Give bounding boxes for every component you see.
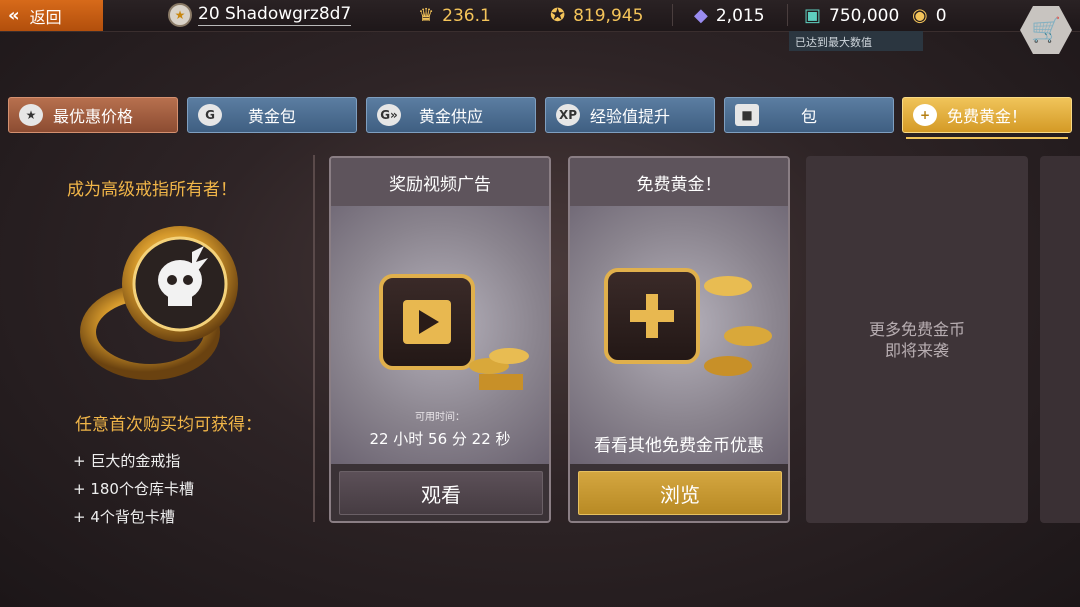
tab-label: 经验值提升: [589, 107, 670, 126]
crystal-icon: ◆: [694, 5, 708, 26]
coming-soon-card: 更多免费金币 即将来袭: [806, 156, 1028, 523]
star-emblem-icon: ✪: [550, 5, 566, 26]
perk-item: + 180个仓库卡槽: [73, 480, 194, 498]
section-divider: [313, 155, 315, 522]
tab-free-gold[interactable]: + 免费黄金！: [902, 97, 1072, 133]
promo-subtitle: 任意首次购买均可获得：: [75, 415, 262, 435]
tab-gold-supply[interactable]: G» 黄金供应: [366, 97, 536, 133]
reward-video-card: 奖励视频广告 可用时间： 22 小时 56 分 22 秒 观看: [329, 156, 551, 523]
divider: [672, 4, 673, 26]
storage-cube-icon: ▣: [804, 5, 822, 26]
player-info[interactable]: ★ 20 Shadowgrz8d7: [168, 3, 352, 27]
cart-icon: 🛒: [1031, 16, 1061, 44]
watch-button[interactable]: 观看: [339, 471, 543, 515]
tab-label: 免费黄金！: [946, 107, 1027, 126]
available-time-label: 可用时间：: [415, 412, 465, 423]
tab-label: 最优惠价格: [52, 107, 133, 126]
promo-title: 成为高级戒指所有者！: [67, 180, 237, 200]
plus-icon: [604, 268, 700, 364]
player-name: 20 Shadowgrz8d7: [198, 4, 352, 26]
gold-g-icon: G: [198, 104, 222, 126]
wings-badge-icon: ♛: [418, 5, 435, 26]
xp-icon: XP: [556, 104, 580, 126]
rank-points-stat: ♛ 236.1: [418, 5, 491, 26]
tab-gold-pack[interactable]: G 黄金包: [187, 97, 357, 133]
tab-label: 黄金包: [247, 107, 296, 126]
active-tab-indicator: [906, 137, 1068, 139]
card-footer: 浏览: [570, 464, 788, 521]
gold-coins-icon: ◉: [912, 5, 928, 26]
tab-packs[interactable]: ■ 包: [724, 97, 894, 133]
card-footer: 观看: [331, 464, 549, 521]
next-card-edge: [1040, 156, 1080, 523]
browse-button[interactable]: 浏览: [578, 471, 782, 515]
star-icon: ★: [19, 104, 43, 126]
perk-item: + 巨大的金戒指: [73, 452, 181, 470]
gold-coins-icon: [469, 348, 529, 390]
gold-coins-icon: [704, 276, 772, 376]
countdown-timer: 22 小时 56 分 22 秒: [369, 430, 511, 448]
back-button[interactable]: « 返回: [0, 0, 103, 31]
max-value-tooltip: 已达到最大数值: [789, 31, 923, 51]
card-title: 奖励视频广告: [331, 158, 549, 206]
top-bar: « 返回 ★ 20 Shadowgrz8d7 ♛ 236.1 ✪ 819,945…: [0, 0, 1080, 32]
storage-stat[interactable]: ▣ 750,000: [804, 5, 899, 26]
perk-item: + 4个背包卡槽: [73, 508, 175, 526]
coins-value: 819,945: [573, 5, 644, 26]
gold-stat: ◉ 0: [912, 5, 947, 26]
free-gold-card: 免费黄金！ 看看其他免费金币优惠 浏览: [568, 156, 790, 523]
tab-best-price[interactable]: ★ 最优惠价格: [8, 97, 178, 133]
free-offers-description: 看看其他免费金币优惠: [594, 436, 764, 456]
rank-points-value: 236.1: [442, 5, 491, 26]
double-chevron-left-icon: «: [8, 5, 19, 26]
shop-tabs: ★ 最优惠价格 G 黄金包 G» 黄金供应 XP 经验值提升 ■ 包 + 免费黄…: [8, 97, 1074, 133]
crystals-value: 2,015: [715, 5, 765, 26]
tab-xp-boost[interactable]: XP 经验值提升: [545, 97, 715, 133]
coins-stat: ✪ 819,945: [550, 5, 643, 26]
card-title: 免费黄金！: [570, 158, 788, 206]
rank-star-icon: ★: [168, 3, 192, 27]
gold-ring-icon: [80, 226, 238, 380]
back-label: 返回: [29, 7, 62, 27]
divider: [787, 4, 788, 26]
tab-label: 黄金供应: [418, 107, 483, 126]
player-name-text: Shadowgrz8d7: [225, 4, 352, 24]
crystals-stat: ◆ 2,015: [694, 5, 765, 26]
player-level: 20: [198, 4, 220, 24]
coming-soon-line1: 更多免费金币: [868, 319, 965, 339]
plus-icon: +: [913, 104, 937, 126]
gold-supply-icon: G»: [377, 104, 401, 126]
box-icon: ■: [735, 104, 759, 126]
tab-label: 包: [800, 107, 817, 126]
card-artwork: [570, 206, 788, 468]
storage-value: 750,000: [829, 5, 900, 26]
gold-value: 0: [935, 5, 947, 26]
coming-soon-line2: 即将来袭: [884, 340, 949, 360]
